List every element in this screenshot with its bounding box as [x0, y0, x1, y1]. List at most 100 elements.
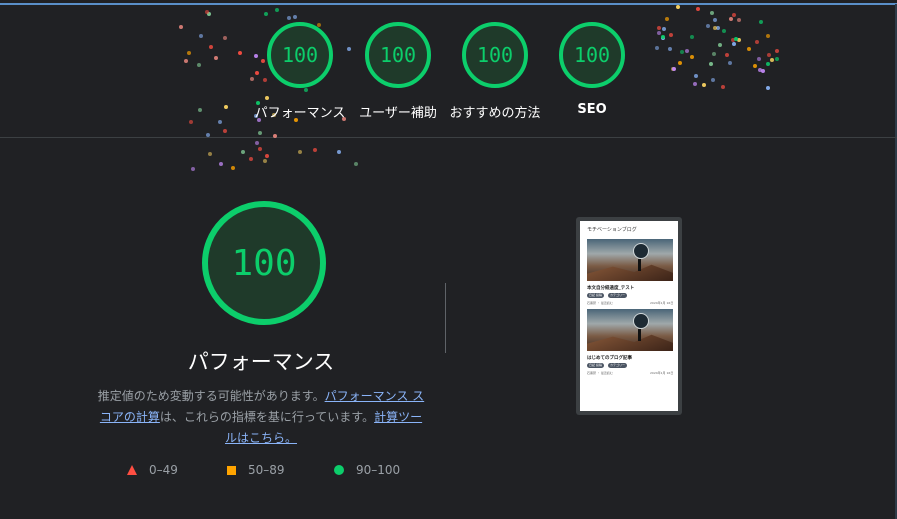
triangle-icon — [127, 465, 137, 475]
confetti-dot — [354, 161, 359, 166]
gauge-best-practices-ring: 100 — [462, 22, 528, 88]
legend-fail: 0–49 — [127, 463, 178, 477]
confetti-dot — [248, 156, 253, 161]
confetti-dot — [721, 85, 725, 90]
confetti-dot — [656, 25, 661, 30]
confetti-dot — [755, 40, 760, 45]
confetti-dot — [752, 63, 757, 68]
confetti-dot — [729, 17, 734, 22]
confetti-dot — [702, 83, 707, 88]
confetti-dot — [677, 60, 682, 65]
confetti-dot — [205, 133, 210, 138]
post-tag: カテゴリー — [608, 363, 628, 368]
confetti-dot — [689, 54, 694, 59]
moon-shape — [633, 243, 649, 259]
post-thumbnail — [587, 239, 673, 281]
legend-label: 50–89 — [248, 463, 285, 477]
confetti-dot — [710, 11, 715, 16]
moon-shape — [633, 313, 649, 329]
screenshot-screen: モチベーションブログ 本文自分経過度_テスト 日記 投稿 カテゴリー 石黒研 ・… — [580, 221, 678, 411]
square-icon — [227, 465, 236, 475]
confetti-dot — [775, 56, 780, 61]
confetti-dot — [774, 48, 779, 53]
confetti-dot — [717, 42, 722, 47]
post-title: はじめてのブログ記事 — [587, 356, 632, 361]
confetti-dot — [196, 62, 201, 67]
scores-header: 100 パフォーマンス 100 ユーザー補助 100 おすすめの方法 100 S… — [0, 5, 897, 138]
desc-text: 推定値のため変動する可能性があります。 — [97, 389, 325, 403]
confetti-dot — [766, 62, 771, 67]
performance-title: パフォーマンス — [187, 350, 335, 374]
confetti-dot — [217, 119, 222, 124]
confetti-dot — [712, 52, 717, 57]
confetti-dot — [712, 18, 717, 23]
confetti-dot — [257, 130, 262, 135]
gauge-label: SEO — [577, 102, 607, 117]
performance-description: 推定値のため変動する可能性があります。パフォーマンス スコアの計算は、これらの指… — [96, 386, 426, 449]
gauge-seo[interactable]: 100 SEO — [538, 22, 646, 117]
confetti-dot — [265, 154, 270, 159]
gauge-best-practices[interactable]: 100 おすすめの方法 — [441, 22, 549, 121]
post-author: 石黒研 ・ 最近読む — [587, 371, 613, 375]
confetti-dot — [737, 18, 742, 23]
performance-gauge-large: 100 — [202, 201, 326, 325]
section-divider — [445, 283, 446, 353]
confetti-dot — [222, 35, 227, 40]
confetti-dot — [297, 149, 302, 154]
gauge-score: 100 — [379, 43, 417, 67]
confetti-dot — [680, 49, 684, 54]
legend-average: 50–89 — [227, 463, 285, 477]
confetti-dot — [199, 34, 204, 39]
circle-icon — [334, 465, 344, 475]
gauge-accessibility-ring: 100 — [365, 22, 431, 88]
gauge-seo-ring: 100 — [559, 22, 625, 88]
confetti-dot — [188, 119, 193, 124]
confetti-dot — [668, 47, 673, 52]
final-screenshot[interactable]: モチベーションブログ 本文自分経過度_テスト 日記 投稿 カテゴリー 石黒研 ・… — [576, 217, 682, 415]
legend-pass: 90–100 — [334, 463, 400, 477]
confetti-dot — [758, 20, 763, 25]
confetti-dot — [223, 129, 227, 134]
confetti-dot — [207, 151, 212, 156]
confetti-dot — [770, 57, 775, 62]
confetti-dot — [696, 7, 701, 12]
gauge-performance-ring: 100 — [267, 22, 333, 88]
confetti-dot — [675, 5, 680, 10]
confetti-dot — [746, 46, 751, 51]
confetti-dot — [257, 146, 262, 151]
hill-shape — [587, 334, 673, 351]
confetti-dot — [230, 166, 235, 171]
confetti-dot — [732, 13, 737, 18]
confetti-dot — [254, 140, 259, 145]
gauge-label: おすすめの方法 — [449, 106, 541, 121]
confetti-dot — [273, 133, 278, 138]
gauge-performance[interactable]: 100 パフォーマンス — [246, 22, 354, 121]
post-title: 本文自分経過度_テスト — [587, 286, 635, 291]
figure-shape — [638, 329, 641, 341]
post-tag: 日記 投稿 — [587, 363, 604, 368]
confetti-dot — [238, 50, 243, 55]
post-thumbnail — [587, 309, 673, 351]
gauge-accessibility[interactable]: 100 ユーザー補助 — [344, 22, 452, 121]
confetti-dot — [262, 159, 267, 164]
confetti-dot — [218, 161, 223, 166]
confetti-dot — [694, 74, 699, 79]
confetti-dot — [731, 41, 736, 46]
confetti-dot — [197, 108, 202, 113]
legend-label: 90–100 — [356, 463, 401, 477]
confetti-dot — [722, 28, 727, 33]
confetti-dot — [669, 32, 674, 37]
performance-score: 100 — [231, 242, 297, 284]
hill-shape — [587, 264, 673, 281]
confetti-dot — [693, 82, 698, 87]
confetti-dot — [685, 49, 690, 54]
confetti-dot — [765, 85, 770, 90]
confetti-dot — [705, 23, 710, 28]
confetti-dot — [293, 14, 298, 19]
confetti-dot — [766, 34, 771, 39]
post-date: 2024年1月 16日 — [650, 301, 674, 305]
desc-text: は、これらの指標を基に行っています。 — [159, 410, 375, 424]
confetti-dot — [665, 17, 670, 22]
confetti-dot — [689, 34, 694, 39]
post-tag: 日記 投稿 — [587, 293, 604, 298]
